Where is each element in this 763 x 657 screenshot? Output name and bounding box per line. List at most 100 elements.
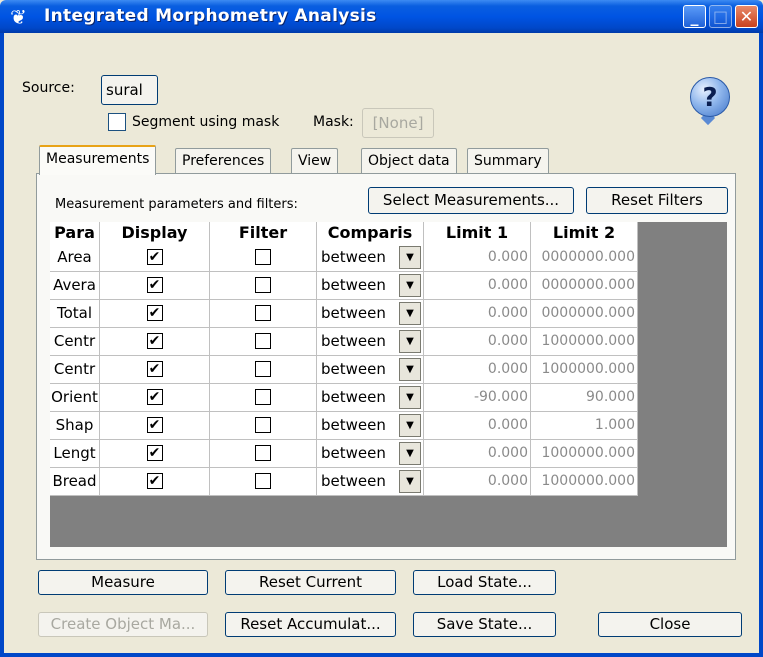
limit1-value[interactable]: 0.000 [424, 244, 531, 272]
chevron-down-icon[interactable]: ▼ [399, 442, 421, 465]
comparison-dropdown[interactable]: between ▼ [317, 356, 424, 384]
filter-cell [210, 440, 317, 468]
column-header-filter[interactable]: Filter [210, 222, 317, 244]
row-header[interactable]: Centr [50, 356, 100, 384]
comparison-dropdown[interactable]: between ▼ [317, 328, 424, 356]
chevron-down-icon[interactable]: ▼ [399, 414, 421, 437]
close-icon: ✕ [739, 7, 754, 26]
row-header[interactable]: Bread [50, 468, 100, 496]
filter-checkbox[interactable] [255, 361, 271, 377]
title-bar[interactable]: ❦ Integrated Morphometry Analysis _ □ ✕ [0, 0, 763, 33]
mask-select-button[interactable]: [None] [362, 108, 434, 138]
filter-checkbox[interactable] [255, 333, 271, 349]
tab-preferences[interactable]: Preferences [175, 148, 272, 173]
comparison-dropdown[interactable]: between ▼ [317, 272, 424, 300]
comparison-dropdown[interactable]: between ▼ [317, 244, 424, 272]
app-logo-icon: ❦ [10, 5, 27, 29]
limit2-value[interactable]: 1000000.000 [531, 328, 638, 356]
limit1-value[interactable]: 0.000 [424, 440, 531, 468]
row-header[interactable]: Area [50, 244, 100, 272]
limit2-value[interactable]: 1000000.000 [531, 356, 638, 384]
column-header-comparison[interactable]: Comparis [317, 222, 424, 244]
close-button[interactable]: Close [598, 612, 742, 637]
row-header[interactable]: Centr [50, 328, 100, 356]
row-header[interactable]: Lengt [50, 440, 100, 468]
comparison-value: between [321, 472, 386, 490]
display-checkbox[interactable]: ✔ [146, 305, 163, 321]
display-checkbox[interactable]: ✔ [146, 277, 163, 293]
comparison-dropdown[interactable]: between ▼ [317, 440, 424, 468]
minimize-button[interactable]: _ [683, 5, 706, 28]
comparison-dropdown[interactable]: between ▼ [317, 300, 424, 328]
limit2-value[interactable]: 1000000.000 [531, 440, 638, 468]
row-header[interactable]: Total [50, 300, 100, 328]
display-checkbox[interactable]: ✔ [146, 389, 163, 405]
limit1-value[interactable]: 0.000 [424, 300, 531, 328]
chevron-down-icon[interactable]: ▼ [399, 330, 421, 353]
load-state-button[interactable]: Load State... [413, 570, 556, 595]
column-header-display[interactable]: Display [100, 222, 210, 244]
filter-checkbox[interactable] [255, 417, 271, 433]
filter-checkbox[interactable] [255, 277, 271, 293]
tab-measurements[interactable]: Measurements [39, 145, 157, 175]
comparison-dropdown[interactable]: between ▼ [317, 384, 424, 412]
chevron-down-icon[interactable]: ▼ [399, 386, 421, 409]
filter-checkbox[interactable] [255, 389, 271, 405]
limit2-value[interactable]: 90.000 [531, 384, 638, 412]
display-checkbox[interactable]: ✔ [146, 249, 163, 265]
filter-cell [210, 412, 317, 440]
limit2-value[interactable]: 1.000 [531, 412, 638, 440]
comparison-dropdown[interactable]: between ▼ [317, 412, 424, 440]
row-header[interactable]: Shap [50, 412, 100, 440]
help-question-icon[interactable]: ? [690, 77, 730, 117]
limit2-value[interactable]: 0000000.000 [531, 272, 638, 300]
limit2-value[interactable]: 1000000.000 [531, 468, 638, 496]
filter-checkbox[interactable] [255, 473, 271, 489]
mask-label: Mask: [313, 114, 354, 130]
reset-accumulated-button[interactable]: Reset Accumulat... [225, 612, 396, 637]
limit1-value[interactable]: 0.000 [424, 328, 531, 356]
create-object-mask-button[interactable]: Create Object Ma... [38, 612, 208, 637]
filter-checkbox[interactable] [255, 445, 271, 461]
column-header-param[interactable]: Para [50, 222, 100, 244]
limit2-value[interactable]: 0000000.000 [531, 244, 638, 272]
select-measurements-button[interactable]: Select Measurements... [368, 187, 574, 214]
limit1-value[interactable]: -90.000 [424, 384, 531, 412]
chevron-down-icon[interactable]: ▼ [399, 246, 421, 269]
row-header[interactable]: Orient [50, 384, 100, 412]
limit1-value[interactable]: 0.000 [424, 468, 531, 496]
chevron-down-icon[interactable]: ▼ [399, 274, 421, 297]
comparison-dropdown[interactable]: between ▼ [317, 468, 424, 496]
tab-view[interactable]: View [291, 148, 339, 173]
minimize-icon: _ [690, 7, 699, 26]
checkmark-icon: ✔ [148, 417, 161, 433]
tab-object-data[interactable]: Object data [361, 148, 457, 173]
save-state-button[interactable]: Save State... [413, 612, 556, 637]
tab-summary[interactable]: Summary [467, 148, 549, 173]
display-checkbox[interactable]: ✔ [146, 445, 163, 461]
row-header[interactable]: Avera [50, 272, 100, 300]
measure-button[interactable]: Measure [38, 570, 208, 595]
filter-checkbox[interactable] [255, 249, 271, 265]
chevron-down-icon[interactable]: ▼ [399, 358, 421, 381]
display-checkbox[interactable]: ✔ [146, 473, 163, 489]
limit2-value[interactable]: 0000000.000 [531, 300, 638, 328]
limit1-value[interactable]: 0.000 [424, 356, 531, 384]
segment-mask-checkbox[interactable] [108, 113, 126, 131]
maximize-button[interactable]: □ [709, 5, 732, 28]
reset-filters-button[interactable]: Reset Filters [586, 187, 728, 214]
column-header-limit2[interactable]: Limit 2 [531, 222, 638, 244]
filter-checkbox[interactable] [255, 305, 271, 321]
chevron-down-icon[interactable]: ▼ [399, 470, 421, 493]
display-checkbox[interactable]: ✔ [146, 361, 163, 377]
limit1-value[interactable]: 0.000 [424, 272, 531, 300]
close-window-button[interactable]: ✕ [735, 5, 758, 28]
limit1-value[interactable]: 0.000 [424, 412, 531, 440]
comparison-value: between [321, 416, 386, 434]
display-checkbox[interactable]: ✔ [146, 333, 163, 349]
reset-current-button[interactable]: Reset Current [225, 570, 396, 595]
source-button[interactable]: sural [101, 75, 158, 105]
display-checkbox[interactable]: ✔ [146, 417, 163, 433]
column-header-limit1[interactable]: Limit 1 [424, 222, 531, 244]
chevron-down-icon[interactable]: ▼ [399, 302, 421, 325]
